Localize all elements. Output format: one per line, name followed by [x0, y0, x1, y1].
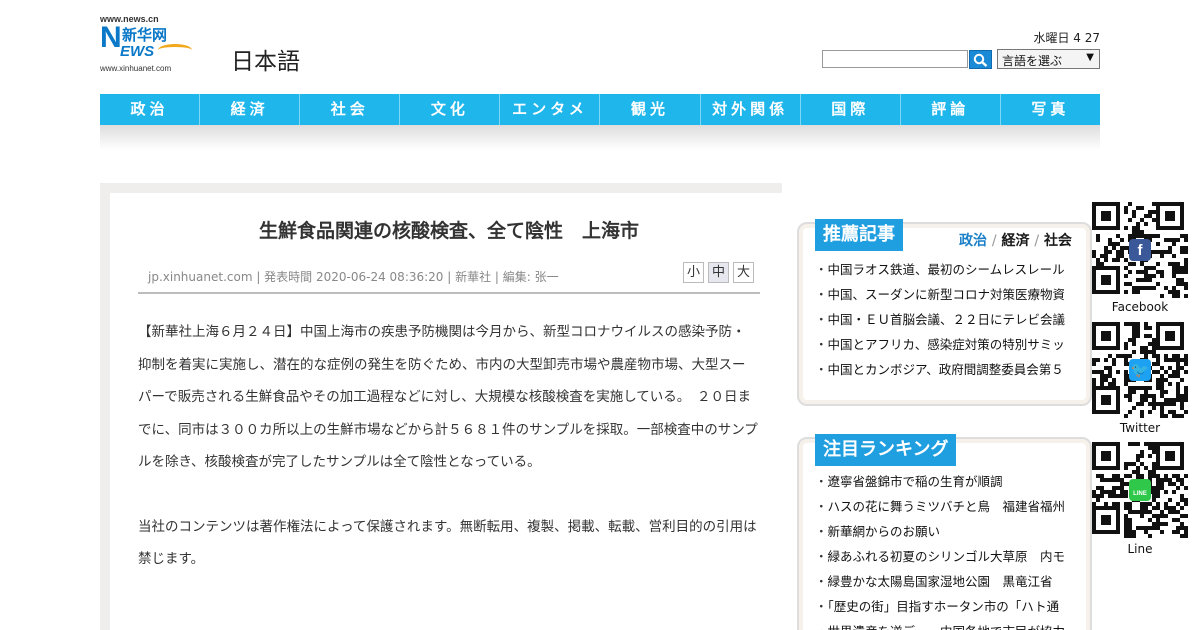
- line-qr-code[interactable]: LINE: [1092, 442, 1188, 538]
- nav-item-tourism[interactable]: 観光: [600, 94, 701, 125]
- font-size-controls: 小 中 大: [683, 262, 754, 283]
- font-size-small-button[interactable]: 小: [683, 262, 704, 283]
- article-meta: jp.xinhuanet.com | 発表時間 2020-06-24 08:36…: [148, 270, 559, 284]
- twitter-qr-code[interactable]: 🐦: [1092, 322, 1188, 418]
- logo-n: N: [100, 21, 122, 54]
- svg-text:🐦: 🐦: [1131, 362, 1150, 379]
- recommended-item[interactable]: 中国ラオス鉄道、最初のシームレスレール: [815, 257, 1077, 282]
- nav-item-photos[interactable]: 写真: [1001, 94, 1100, 125]
- xinhua-logo[interactable]: www.news.cn N 新华网 EWS www.xinhuanet.com: [100, 14, 192, 73]
- recommended-categories: 政治 / 経済 / 社会: [959, 230, 1072, 250]
- logo-swoosh: [158, 44, 192, 56]
- ranking-heading: 注目ランキング: [815, 434, 957, 466]
- article-paragraph: 【新華社上海６月２４日】中国上海市の疾患予防機関は今月から、新型コロナウイルスの…: [138, 324, 758, 470]
- ranking-item[interactable]: 世界遺産を逆デー 中国各地で市民が協力: [815, 619, 1077, 630]
- nav-item-commentary[interactable]: 評論: [901, 94, 1001, 125]
- ranking-item[interactable]: 緑豊かな太陽島国家湿地公園 黒竜江省: [815, 569, 1077, 594]
- recommended-item[interactable]: 中国・ＥＵ首脳会議、２２日にテレビ会議: [815, 307, 1077, 332]
- nav-item-politics[interactable]: 政治: [100, 94, 201, 125]
- article-copyright: 当社のコンテンツは著作権法によって保護されます。無断転用、複製、掲載、転載、営利…: [138, 518, 757, 568]
- facebook-label[interactable]: Facebook: [1092, 300, 1188, 314]
- ranking-item[interactable]: ハスの花に舞うミツバチと鳥 福建省福州: [815, 494, 1077, 519]
- page: www.news.cn N 新华网 EWS www.xinhuanet.com …: [0, 0, 1200, 630]
- category-separator: /: [991, 233, 997, 249]
- nav-item-culture[interactable]: 文化: [400, 94, 501, 125]
- ranking-list: 遼寧省盤錦市で稲の生育が順調 ハスの花に舞うミツバチと鳥 福建省福州 新華網から…: [815, 469, 1077, 630]
- article-body: 【新華社上海６月２４日】中国上海市の疾患予防機関は今月から、新型コロナウイルスの…: [138, 316, 758, 608]
- logo-ews: EWS: [120, 43, 155, 60]
- nav-shadow: [100, 125, 1100, 150]
- category-separator: /: [1034, 233, 1040, 249]
- recommended-cat-society[interactable]: 社会: [1044, 233, 1072, 249]
- font-size-medium-button[interactable]: 中: [708, 262, 729, 283]
- date-display: 水曜日 4 27: [1033, 31, 1100, 45]
- svg-text:LINE: LINE: [1133, 491, 1147, 497]
- nav-item-society[interactable]: 社会: [300, 94, 401, 125]
- ranking-item[interactable]: 遼寧省盤錦市で稲の生育が順調: [815, 469, 1077, 494]
- article-title: 生鮮食品関連の核酸検査、全て陰性 上海市: [258, 220, 639, 242]
- recommended-list: 中国ラオス鉄道、最初のシームレスレール 中国、スーダンに新型コロナ対策医療物資 …: [815, 257, 1077, 382]
- nav-item-entertainment[interactable]: エンタメ: [500, 94, 601, 125]
- line-label[interactable]: Line: [1092, 542, 1188, 556]
- recommended-item[interactable]: 中国とアフリカ、感染症対策の特別サミッ: [815, 332, 1077, 357]
- main-nav: 政治 経済 社会 文化 エンタメ 観光 対外関係 国際 評論 写真: [100, 94, 1100, 125]
- line-icon: [1129, 479, 1151, 501]
- logo-url-bottom: www.xinhuanet.com: [100, 64, 172, 73]
- ranking-item[interactable]: 緑あふれる初夏のシリンゴル大草原 内モ: [815, 544, 1077, 569]
- recommended-cat-economy[interactable]: 経済: [1001, 233, 1029, 249]
- ranking-box: 注目ランキング 遼寧省盤錦市で稲の生育が順調 ハスの花に舞うミツバチと鳥 福建省…: [797, 434, 1092, 630]
- ranking-item[interactable]: 「歴史の街」目指すホータン市の「ハト通: [815, 594, 1077, 619]
- logo-chinese: 新华网: [122, 26, 168, 44]
- twitter-label[interactable]: Twitter: [1092, 421, 1188, 435]
- recommended-cat-politics[interactable]: 政治: [959, 233, 987, 249]
- font-size-large-button[interactable]: 大: [733, 262, 754, 283]
- title-divider: [138, 292, 760, 294]
- chevron-down-icon: ▼: [1086, 52, 1094, 63]
- search-icon: [973, 53, 988, 67]
- ranking-item[interactable]: 新華網からのお願い: [815, 519, 1077, 544]
- facebook-qr-code[interactable]: f: [1092, 202, 1188, 298]
- nav-item-economy[interactable]: 経済: [200, 94, 301, 125]
- site-language-title: 日本語: [231, 49, 300, 75]
- language-select[interactable]: 言語を選ぶ ▼: [997, 49, 1100, 69]
- recommended-item[interactable]: 中国、スーダンに新型コロナ対策医療物資: [815, 282, 1077, 307]
- nav-item-international[interactable]: 国際: [801, 94, 901, 125]
- recommended-box: 推薦記事 政治 / 経済 / 社会 中国ラオス鉄道、最初のシームレスレール 中国…: [797, 219, 1092, 406]
- search-input[interactable]: [822, 50, 968, 68]
- recommended-item[interactable]: 中国とカンボジア、政府間調整委員会第５: [815, 357, 1077, 382]
- search-button[interactable]: [969, 50, 992, 69]
- recommended-heading: 推薦記事: [815, 219, 903, 251]
- language-select-label: 言語を選ぶ: [1002, 54, 1063, 68]
- nav-item-foreign-relations[interactable]: 対外関係: [701, 94, 801, 125]
